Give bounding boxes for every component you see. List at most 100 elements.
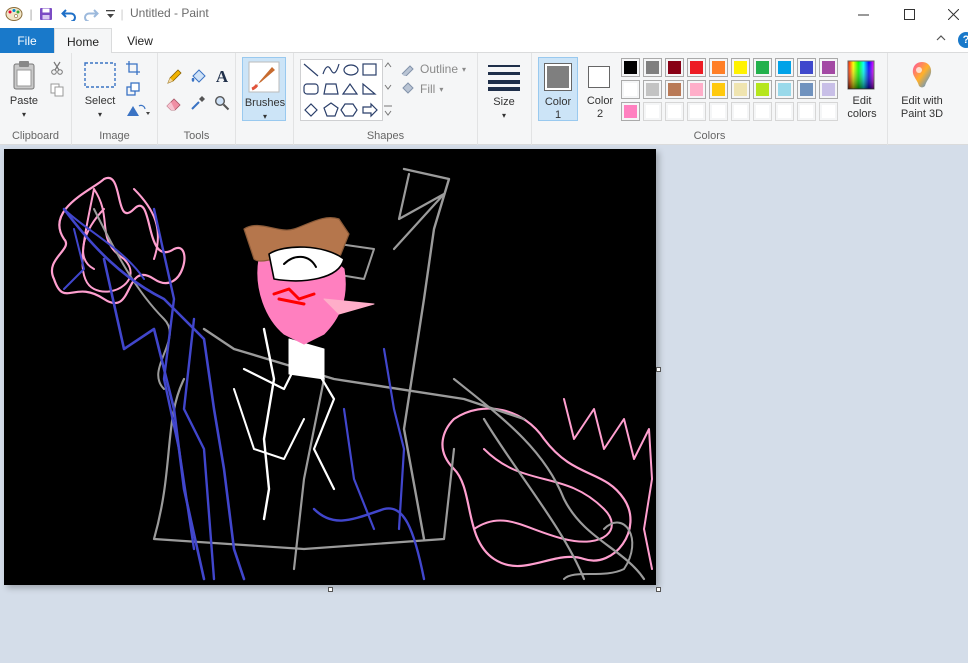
rotate-icon[interactable] bbox=[124, 101, 152, 119]
palette-color-swatch[interactable] bbox=[819, 58, 838, 77]
fill-label: Fill bbox=[420, 82, 436, 96]
palette-color-fill bbox=[756, 83, 769, 96]
fill-bucket-icon[interactable] bbox=[188, 67, 208, 87]
colors-group: Color 1 Color 2 Edit colors Colors bbox=[532, 53, 888, 145]
chevron-down-icon: ▾ bbox=[21, 110, 26, 119]
help-icon[interactable]: ? bbox=[958, 32, 968, 48]
palette-color-swatch[interactable] bbox=[621, 102, 640, 121]
paint3d-label-2: Paint 3D bbox=[900, 108, 944, 120]
save-icon[interactable] bbox=[37, 5, 55, 23]
color2-label: Color bbox=[586, 95, 614, 107]
palette-color-fill bbox=[756, 105, 769, 118]
palette-color-swatch[interactable] bbox=[621, 80, 640, 99]
palette-color-swatch[interactable] bbox=[797, 58, 816, 77]
palette-color-swatch[interactable] bbox=[731, 58, 750, 77]
chevron-down-icon: ▾ bbox=[262, 112, 267, 121]
color2-button[interactable]: Color 2 bbox=[582, 57, 618, 121]
tab-view[interactable]: View bbox=[112, 28, 168, 54]
text-tool-icon[interactable]: A bbox=[212, 67, 232, 87]
palette-color-swatch[interactable] bbox=[643, 58, 662, 77]
chevron-down-icon: ▾ bbox=[97, 110, 102, 119]
fill-button[interactable]: Fill ▾ bbox=[400, 81, 460, 97]
color1-button[interactable]: Color 1 bbox=[538, 57, 578, 121]
separator: | bbox=[29, 7, 33, 21]
shapes-scrollbar[interactable] bbox=[382, 59, 392, 121]
tab-home[interactable]: Home bbox=[54, 28, 112, 54]
close-button[interactable] bbox=[930, 0, 968, 28]
color2-swatch bbox=[590, 68, 608, 86]
palette-color-swatch[interactable] bbox=[643, 80, 662, 99]
palette-color-fill bbox=[712, 61, 725, 74]
crop-icon[interactable] bbox=[124, 59, 142, 77]
palette-color-swatch[interactable] bbox=[731, 102, 750, 121]
resize-handle-right[interactable] bbox=[656, 367, 661, 372]
palette-color-swatch[interactable] bbox=[797, 80, 816, 99]
eraser-icon[interactable] bbox=[164, 93, 184, 113]
palette-color-fill bbox=[668, 83, 681, 96]
palette-color-swatch[interactable] bbox=[709, 102, 728, 121]
copy-icon[interactable] bbox=[48, 81, 66, 99]
palette-color-fill bbox=[646, 83, 659, 96]
ribbon-tabs: File Home View ? bbox=[0, 28, 968, 54]
maximize-button[interactable] bbox=[886, 0, 932, 28]
tab-file[interactable]: File bbox=[0, 28, 54, 53]
palette-color-swatch[interactable] bbox=[621, 58, 640, 77]
cut-icon[interactable] bbox=[48, 59, 66, 77]
select-button[interactable]: Select ▾ bbox=[80, 57, 120, 119]
palette-color-fill bbox=[822, 83, 835, 96]
resize-handle-corner[interactable] bbox=[656, 587, 661, 592]
outline-button[interactable]: Outline ▾ bbox=[400, 61, 472, 77]
brushes-button[interactable]: Brushes ▾ bbox=[242, 57, 286, 121]
edit-with-paint3d-button[interactable]: Edit with Paint 3D bbox=[892, 57, 952, 121]
palette-color-swatch[interactable] bbox=[709, 58, 728, 77]
palette-color-fill bbox=[800, 61, 813, 74]
palette-color-swatch[interactable] bbox=[775, 58, 794, 77]
size-button[interactable]: Size ▾ bbox=[484, 57, 524, 121]
palette-color-swatch[interactable] bbox=[687, 80, 706, 99]
chevron-down-icon: ▾ bbox=[439, 84, 444, 94]
drawing-canvas[interactable] bbox=[4, 149, 656, 585]
undo-icon[interactable] bbox=[60, 5, 78, 23]
palette-color-swatch[interactable] bbox=[797, 102, 816, 121]
color2-number: 2 bbox=[596, 108, 604, 120]
palette-color-swatch[interactable] bbox=[819, 80, 838, 99]
color1-label: Color bbox=[544, 96, 572, 108]
palette-color-fill bbox=[624, 61, 637, 74]
redo-icon[interactable] bbox=[82, 5, 100, 23]
palette-color-swatch[interactable] bbox=[665, 80, 684, 99]
palette-color-fill bbox=[712, 83, 725, 96]
edit-colors-button[interactable]: Edit colors bbox=[842, 57, 882, 121]
color-palette bbox=[621, 58, 841, 124]
paint-palette-icon[interactable] bbox=[4, 5, 24, 23]
collapse-ribbon-icon[interactable] bbox=[935, 32, 951, 48]
palette-color-swatch[interactable] bbox=[819, 102, 838, 121]
palette-color-swatch[interactable] bbox=[753, 102, 772, 121]
shapes-gallery bbox=[300, 59, 392, 121]
palette-color-swatch[interactable] bbox=[775, 80, 794, 99]
paste-button[interactable]: Paste ▾ bbox=[6, 57, 42, 119]
magnifier-icon[interactable] bbox=[212, 93, 232, 113]
resize-handle-bottom[interactable] bbox=[328, 587, 333, 592]
palette-color-swatch[interactable] bbox=[687, 102, 706, 121]
pencil-icon[interactable] bbox=[164, 67, 184, 87]
palette-color-swatch[interactable] bbox=[709, 80, 728, 99]
clipboard-group-label: Clipboard bbox=[11, 130, 60, 142]
minimize-button[interactable] bbox=[840, 0, 886, 28]
brushes-group: Brushes ▾ bbox=[236, 53, 294, 145]
palette-color-swatch[interactable] bbox=[753, 58, 772, 77]
shapes-group: Outline ▾ Fill ▾ Shapes bbox=[294, 53, 478, 145]
palette-color-swatch[interactable] bbox=[687, 58, 706, 77]
shapes-group-label: Shapes bbox=[366, 130, 405, 142]
palette-color-fill bbox=[734, 83, 747, 96]
palette-color-swatch[interactable] bbox=[731, 80, 750, 99]
palette-color-swatch[interactable] bbox=[665, 58, 684, 77]
palette-color-swatch[interactable] bbox=[665, 102, 684, 121]
palette-color-swatch[interactable] bbox=[643, 102, 662, 121]
color-picker-icon[interactable] bbox=[188, 93, 208, 113]
customize-quick-access-icon[interactable] bbox=[104, 5, 116, 23]
resize-icon[interactable] bbox=[124, 80, 142, 98]
chevron-down-icon: ▾ bbox=[501, 111, 506, 120]
palette-color-swatch[interactable] bbox=[753, 80, 772, 99]
image-group: Select ▾ Image bbox=[72, 53, 158, 145]
palette-color-swatch[interactable] bbox=[775, 102, 794, 121]
